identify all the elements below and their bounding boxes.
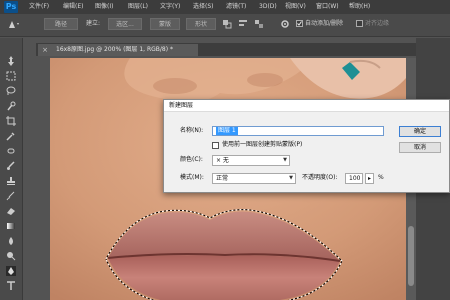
menu-file[interactable]: 文件(F) bbox=[29, 0, 49, 14]
scrollbar-thumb[interactable] bbox=[408, 226, 414, 286]
marquee-tool-icon[interactable] bbox=[6, 71, 16, 81]
opacity-label: 不透明度(O): bbox=[302, 174, 338, 181]
menu-filter[interactable]: 滤镜(T) bbox=[226, 0, 246, 14]
menu-edit[interactable]: 编辑(E) bbox=[63, 0, 83, 14]
dialog-titlebar[interactable] bbox=[164, 100, 449, 112]
layer-name-value: 图层 1 bbox=[216, 127, 238, 135]
history-brush-tool-icon[interactable] bbox=[6, 191, 16, 201]
path-operations-icon[interactable] bbox=[222, 19, 232, 29]
menu-3d[interactable]: 3D(D) bbox=[259, 0, 277, 14]
eraser-tool-icon[interactable] bbox=[6, 206, 16, 216]
cancel-button[interactable]: 取消 bbox=[399, 142, 441, 153]
path-arrangement-icon[interactable] bbox=[254, 19, 264, 29]
menu-window[interactable]: 窗口(W) bbox=[316, 0, 339, 14]
chevron-down-icon: ▼ bbox=[283, 157, 287, 163]
gear-icon[interactable] bbox=[280, 19, 290, 29]
path-mode-select[interactable]: 路径 bbox=[44, 18, 78, 30]
align-edges-label: 对齐边缘 bbox=[365, 20, 390, 27]
dodge-tool-icon[interactable] bbox=[6, 251, 16, 261]
color-label: 颜色(C): bbox=[180, 156, 203, 163]
brush-tool-icon[interactable] bbox=[6, 161, 16, 171]
opacity-unit: % bbox=[378, 174, 384, 181]
blur-tool-icon[interactable] bbox=[6, 236, 16, 246]
selection-button[interactable]: 选区... bbox=[108, 18, 142, 30]
photoshop-logo: Ps bbox=[4, 1, 18, 13]
opacity-input[interactable]: 100 bbox=[345, 173, 363, 184]
color-select[interactable]: × 无 ▼ bbox=[212, 155, 290, 166]
blend-mode-value: 正常 bbox=[216, 175, 229, 182]
menu-help[interactable]: 帮助(H) bbox=[349, 0, 370, 14]
pen-tool-preset-icon[interactable] bbox=[6, 18, 20, 30]
quick-selection-tool-icon[interactable] bbox=[6, 101, 16, 111]
chevron-down-icon: ▼ bbox=[289, 175, 293, 181]
pen-tool-icon[interactable] bbox=[6, 266, 16, 276]
mode-label: 模式(M): bbox=[180, 174, 204, 181]
auto-add-delete-checkbox[interactable] bbox=[296, 20, 303, 27]
color-select-value: × 无 bbox=[216, 157, 229, 164]
type-tool-icon[interactable] bbox=[6, 281, 16, 291]
opacity-slider-toggle[interactable]: ▸ bbox=[365, 173, 374, 184]
menu-view[interactable]: 视图(V) bbox=[285, 0, 306, 14]
new-layer-dialog: 新建图层 名称(N): 图层 1 使用前一图层创建剪贴蒙版(P) 颜色(C): … bbox=[163, 99, 450, 193]
document-tab[interactable]: 16x8原图.jpg @ 200% (图层 1, RGB/8) * bbox=[38, 44, 198, 56]
mask-button[interactable]: 蒙版 bbox=[150, 18, 180, 30]
move-tool-icon[interactable] bbox=[6, 56, 16, 66]
menu-layer[interactable]: 图层(L) bbox=[128, 0, 148, 14]
menu-type[interactable]: 文字(Y) bbox=[160, 0, 180, 14]
build-label: 建立: bbox=[86, 20, 101, 27]
align-edges-checkbox[interactable] bbox=[356, 20, 363, 27]
shape-button[interactable]: 形状 bbox=[186, 18, 216, 30]
close-tab-icon[interactable]: × bbox=[41, 46, 49, 54]
lasso-tool-icon[interactable] bbox=[6, 86, 16, 96]
path-alignment-icon[interactable] bbox=[238, 19, 248, 29]
healing-brush-tool-icon[interactable] bbox=[6, 146, 16, 156]
menu-select[interactable]: 选择(S) bbox=[193, 0, 214, 14]
layer-name-input[interactable] bbox=[212, 126, 384, 136]
auto-add-delete-label: 自动添加/删除 bbox=[305, 20, 344, 27]
clone-stamp-tool-icon[interactable] bbox=[6, 176, 16, 186]
eyedropper-tool-icon[interactable] bbox=[6, 131, 16, 141]
crop-tool-icon[interactable] bbox=[6, 116, 16, 126]
dialog-title: 新建图层 bbox=[169, 102, 194, 109]
gradient-tool-icon[interactable] bbox=[6, 221, 16, 231]
clipping-mask-label: 使用前一图层创建剪贴蒙版(P) bbox=[222, 141, 303, 148]
ok-button[interactable]: 确定 bbox=[399, 126, 441, 137]
menu-image[interactable]: 图像(I) bbox=[95, 0, 113, 14]
chevron-right-icon: ▸ bbox=[368, 175, 372, 182]
blend-mode-select[interactable]: 正常 ▼ bbox=[212, 173, 296, 184]
name-label: 名称(N): bbox=[180, 127, 204, 134]
clipping-mask-checkbox[interactable] bbox=[212, 142, 219, 149]
